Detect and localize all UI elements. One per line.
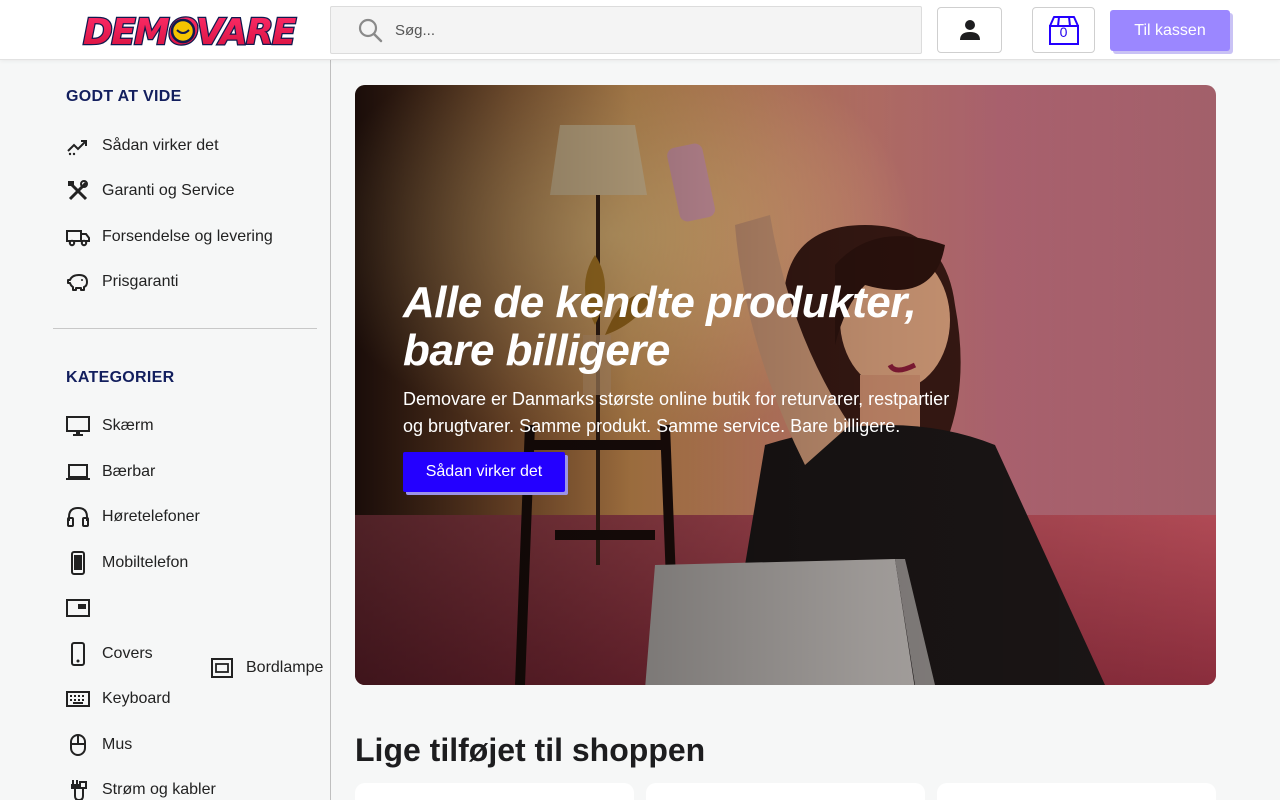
sidebar-item-price-guarantee[interactable]: Prisgaranti [66, 268, 316, 296]
hero-title-line2: bare billigere [403, 326, 670, 375]
keyboard-icon [66, 687, 90, 711]
monitor-icon [66, 414, 90, 438]
hero-banner: Alle de kendte produkter, bare billigere… [355, 85, 1216, 685]
phone-cover-icon [66, 642, 90, 666]
sidebar-item-laptop[interactable]: Bærbar [66, 458, 316, 486]
piggy-bank-icon [66, 270, 90, 294]
sidebar-item-mouse[interactable]: Mus [66, 731, 316, 759]
hero-description: Demovare er Danmarks største online buti… [403, 389, 950, 436]
sidebar-item-label: Keyboard [102, 690, 171, 707]
cable-icon [66, 778, 90, 800]
search-bar[interactable] [330, 6, 922, 54]
sidebar-item-warranty[interactable]: Garanti og Service [66, 177, 316, 205]
hero-title-line1: Alle de kendte produkter, [403, 278, 917, 327]
sidebar-item-label: Forsendelse og levering [102, 228, 273, 245]
smartphone-icon [66, 551, 90, 575]
sidebar-item-label: Sådan virker det [102, 137, 219, 154]
product-card[interactable] [646, 783, 925, 800]
sidebar-item-label: Høretelefoner [102, 508, 200, 525]
sidebar-item-label: Mus [102, 736, 133, 753]
sidebar-item-covers[interactable]: Covers [66, 640, 316, 668]
demovare-logo[interactable]: DEMOVARE [81, 11, 301, 51]
tools-icon [66, 179, 90, 203]
account-button[interactable] [937, 7, 1002, 53]
categories-title: KATEGORIER [66, 369, 175, 386]
laptop-icon [66, 460, 90, 484]
sidebar-item-cables[interactable]: Strøm og kabler [66, 776, 316, 800]
sidebar-item-keyboard[interactable]: Keyboard [66, 685, 316, 713]
sidebar-item-tablet[interactable] [66, 594, 316, 622]
tablet-icon [66, 596, 90, 620]
sidebar-divider [53, 328, 317, 329]
sidebar-item-label: Covers [102, 645, 153, 662]
site-header: DEMOVARE 0 Til kassen [0, 0, 1280, 60]
sidebar-item-monitor[interactable]: Skærm [66, 412, 316, 440]
truck-icon [66, 225, 90, 249]
sidebar-item-label: Prisgaranti [102, 273, 179, 290]
search-icon [358, 18, 383, 43]
sidebar-item-label: Garanti og Service [102, 182, 235, 199]
trending-icon [66, 134, 90, 158]
person-icon [959, 20, 980, 40]
checkout-button[interactable]: Til kassen [1110, 10, 1230, 51]
how-it-works-button[interactable]: Sådan virker det [403, 452, 565, 492]
sidebar-item-shipping[interactable]: Forsendelse og levering [66, 223, 316, 251]
good-to-know-title: GODT AT VIDE [66, 88, 182, 105]
sidebar-item-label: Strøm og kabler [102, 781, 216, 798]
sidebar-item-mobile[interactable]: Mobiltelefon [66, 549, 316, 577]
sidebar-item-label: Skærm [102, 417, 154, 434]
sidebar-item-headphones[interactable]: Høretelefoner [66, 503, 316, 531]
cart-button[interactable]: 0 [1032, 7, 1095, 53]
mouse-icon [66, 733, 90, 757]
product-card[interactable] [355, 783, 634, 800]
sidebar-item-how-it-works[interactable]: Sådan virker det [66, 132, 316, 160]
sidebar-item-label: Bærbar [102, 463, 156, 480]
product-card[interactable] [937, 783, 1216, 800]
sidebar-item-label: Mobiltelefon [102, 554, 189, 571]
hero-photo [355, 85, 1216, 685]
headphones-icon [66, 505, 90, 529]
hero-title: Alle de kendte produkter, bare billigere [403, 279, 983, 375]
sidebar: GODT AT VIDE Sådan virker det Garanti og… [0, 60, 331, 800]
search-input[interactable] [395, 21, 875, 39]
recently-added-heading: Lige tilføjet til shoppen [355, 732, 706, 768]
cart-count-badge: 0 [1059, 24, 1068, 40]
